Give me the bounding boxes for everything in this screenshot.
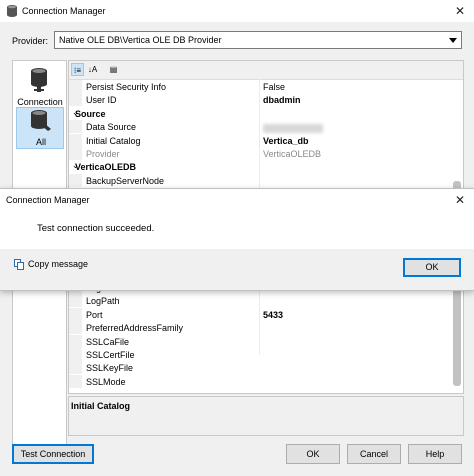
database-plug-icon [29, 109, 53, 137]
property-name: Port [86, 309, 103, 320]
dialog-message: Test connection succeeded. [37, 223, 155, 234]
row-gutter [69, 294, 82, 308]
property-value[interactable]: False [263, 82, 285, 92]
row-gutter [69, 93, 82, 107]
property-row[interactable]: Persist Security Info False [69, 80, 463, 93]
row-gutter [69, 133, 82, 147]
row-gutter [69, 147, 82, 160]
property-name: SSLMode [86, 376, 126, 387]
dialog-body: Test connection succeeded. [0, 211, 474, 249]
provider-label: Provider: [12, 36, 49, 46]
category-row[interactable]: ⌄ Source [69, 106, 463, 120]
row-gutter [69, 374, 82, 388]
description-panel: Initial Catalog [68, 396, 464, 436]
redacted-data-source [263, 124, 323, 133]
property-name: Data Source [86, 122, 137, 133]
row-gutter [69, 334, 82, 348]
property-name: VerticaOLEDB [75, 162, 137, 173]
copy-icon [14, 259, 25, 272]
property-row[interactable]: BackupServerNode [69, 173, 463, 187]
database-plug-icon [29, 67, 51, 95]
dialog-title: Connection Manager [6, 195, 90, 205]
property-row[interactable]: Initial Catalog Vertica_db [69, 133, 463, 147]
property-row[interactable]: LogPath [69, 294, 463, 308]
property-name: SSLCertFile [86, 350, 135, 360]
title-bar: Connection Manager ✕ [0, 0, 474, 22]
property-name: LogPath [86, 296, 120, 307]
property-row[interactable]: PreferredAddressFamily [69, 321, 463, 335]
property-name: BackupServerNode [86, 175, 165, 186]
property-value[interactable]: dbadmin [263, 95, 301, 105]
copy-message-label: Copy message [28, 259, 89, 269]
test-connection-button[interactable]: Test Connection [12, 444, 94, 464]
row-gutter [69, 361, 82, 375]
categorized-sort-icon[interactable]: ⁝≡ [71, 63, 84, 76]
provider-dropdown[interactable]: Native OLE DB\Vertica OLE DB Provider [54, 31, 462, 49]
property-row[interactable]: SSLCertFile [69, 348, 463, 361]
dialog-title-bar: Connection Manager ✕ [0, 189, 474, 211]
property-row[interactable]: SSLMode [69, 374, 463, 388]
row-gutter [69, 80, 82, 93]
description-title: Initial Catalog [71, 401, 131, 411]
row-gutter [69, 173, 82, 187]
property-grid-toolbar: ⁝≡ ↓A ▤ [69, 61, 463, 80]
property-name: PreferredAddressFamily [86, 323, 184, 334]
property-name: SSLCaFile [86, 336, 130, 347]
property-row[interactable]: SSLKeyFile [69, 361, 463, 375]
property-row[interactable]: SSLCaFile [69, 334, 463, 348]
property-name: Source [75, 108, 106, 119]
property-name: Provider [86, 149, 120, 159]
property-name: Persist Security Info [86, 82, 167, 92]
property-pages-icon[interactable]: ▤ [107, 63, 120, 76]
nav-label-all: All [35, 137, 46, 147]
property-value[interactable]: 5433 [263, 310, 283, 320]
property-row[interactable]: User ID dbadmin [69, 93, 463, 107]
category-row[interactable]: ⌄ VerticaOLEDB [69, 160, 463, 174]
message-dialog: Connection Manager ✕ Test connection suc… [0, 188, 474, 291]
row-gutter [69, 321, 82, 335]
property-row[interactable]: Provider VerticaOLEDB [69, 147, 463, 160]
property-value[interactable]: VerticaOLEDB [263, 149, 321, 159]
nav-label-connection: Connection [17, 97, 63, 107]
provider-value: Native OLE DB\Vertica OLE DB Provider [59, 35, 222, 45]
ok-button[interactable]: OK [286, 444, 340, 464]
cancel-button[interactable]: Cancel [347, 444, 401, 464]
close-icon[interactable]: ✕ [452, 192, 468, 208]
property-row[interactable]: Port 5433 [69, 307, 463, 321]
row-gutter [69, 307, 82, 321]
chevron-down-icon[interactable] [447, 34, 459, 46]
dialog-ok-button[interactable]: OK [403, 258, 461, 277]
nav-item-all[interactable]: All [16, 107, 64, 149]
property-name: Initial Catalog [86, 135, 141, 146]
property-name: User ID [86, 95, 117, 106]
close-icon[interactable]: ✕ [452, 3, 468, 19]
app-icon [6, 4, 18, 20]
help-button[interactable]: Help [408, 444, 462, 464]
nav-item-connection[interactable]: Connection [16, 65, 64, 109]
property-name: SSLKeyFile [86, 363, 134, 374]
property-value[interactable]: Vertica_db [263, 136, 309, 146]
row-gutter [69, 120, 82, 134]
alphabetical-sort-icon[interactable]: ↓A [86, 63, 99, 76]
window-title: Connection Manager [22, 6, 106, 16]
row-gutter [69, 348, 82, 361]
